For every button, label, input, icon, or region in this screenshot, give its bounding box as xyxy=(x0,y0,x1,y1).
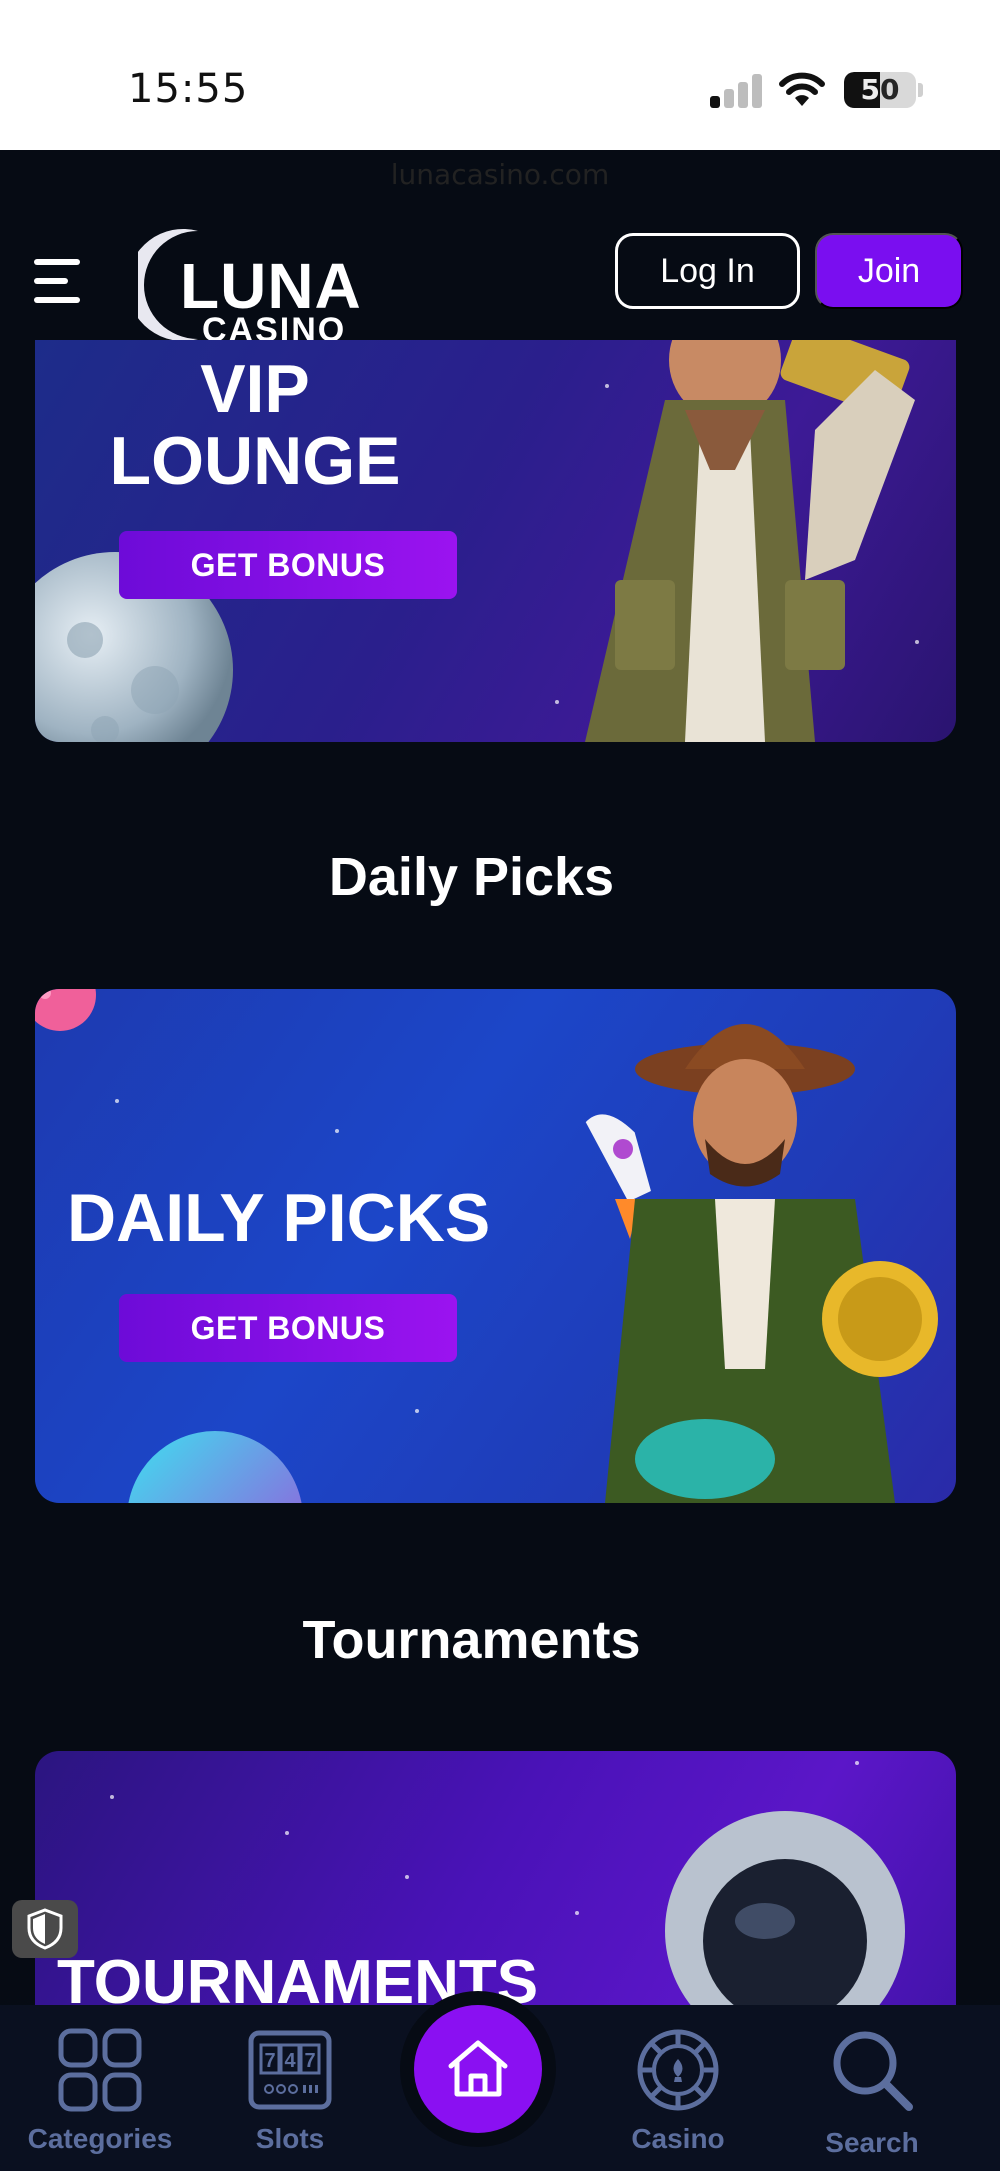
status-time: 15:55 xyxy=(128,66,249,112)
status-bar: 15:55 50 lunacasino.com xyxy=(0,0,1000,191)
casino-chip-icon xyxy=(637,2029,719,2111)
shield-icon xyxy=(27,1908,63,1950)
nav-label-casino: Casino xyxy=(631,2123,725,2154)
tournaments-heading: Tournaments xyxy=(302,1610,641,1670)
slot-reel-2: 4 xyxy=(284,2050,296,2072)
explorer-character-image xyxy=(585,340,915,742)
daily-picks-banner-title: DAILY PICKS xyxy=(67,1180,491,1256)
vip-title-line1: VIP xyxy=(200,351,310,427)
hamburger-menu-icon[interactable] xyxy=(34,249,86,313)
login-button[interactable]: Log In xyxy=(615,233,800,309)
url-bar[interactable]: lunacasino.com xyxy=(0,158,1000,191)
wifi-icon xyxy=(779,72,825,106)
nav-casino[interactable]: Casino xyxy=(578,2005,778,2171)
nav-home-button[interactable] xyxy=(400,1991,556,2147)
slot-reel-1: 7 xyxy=(264,2050,275,2072)
slot-reel-3: 7 xyxy=(304,2050,315,2072)
blue-planet-image xyxy=(128,1431,302,1503)
cowboy-character-image xyxy=(605,1024,938,1503)
slot-machine-icon: 7 4 7 xyxy=(248,2030,332,2110)
security-shield-button[interactable] xyxy=(12,1900,78,1958)
categories-grid-icon xyxy=(58,2028,142,2112)
pink-planet-image xyxy=(35,989,96,1031)
vip-title-line2: LOUNGE xyxy=(109,423,401,499)
nav-label-search: Search xyxy=(825,2127,919,2158)
battery-icon: 50 xyxy=(844,72,916,108)
battery-level: 50 xyxy=(860,73,900,106)
vip-get-bonus-button[interactable]: GET BONUS xyxy=(119,531,457,599)
vip-lounge-banner[interactable]: VIP LOUNGE GET BONUS xyxy=(35,340,956,742)
nav-slots[interactable]: 7 4 7 Slots xyxy=(190,2005,390,2171)
site-header: LUNA CASINO Log In Join xyxy=(0,209,1000,357)
luna-casino-logo[interactable]: LUNA CASINO xyxy=(138,223,398,349)
nav-label-slots: Slots xyxy=(255,2123,325,2154)
join-button[interactable]: Join xyxy=(815,233,963,309)
daily-picks-heading: Daily Picks xyxy=(328,847,615,907)
nav-categories[interactable]: Categories xyxy=(0,2005,200,2171)
daily-get-bonus-button[interactable]: GET BONUS xyxy=(119,1294,457,1362)
nav-search[interactable]: Search xyxy=(772,2005,972,2171)
cellular-signal-icon xyxy=(710,74,762,108)
nav-label-categories: Categories xyxy=(27,2123,173,2154)
home-icon xyxy=(448,2040,508,2097)
daily-picks-banner[interactable]: DAILY PICKS GET BONUS xyxy=(35,989,956,1503)
bottom-navigation: Categories 7 4 7 Slots Casino Search xyxy=(0,1991,1000,2171)
search-icon xyxy=(833,2031,913,2111)
